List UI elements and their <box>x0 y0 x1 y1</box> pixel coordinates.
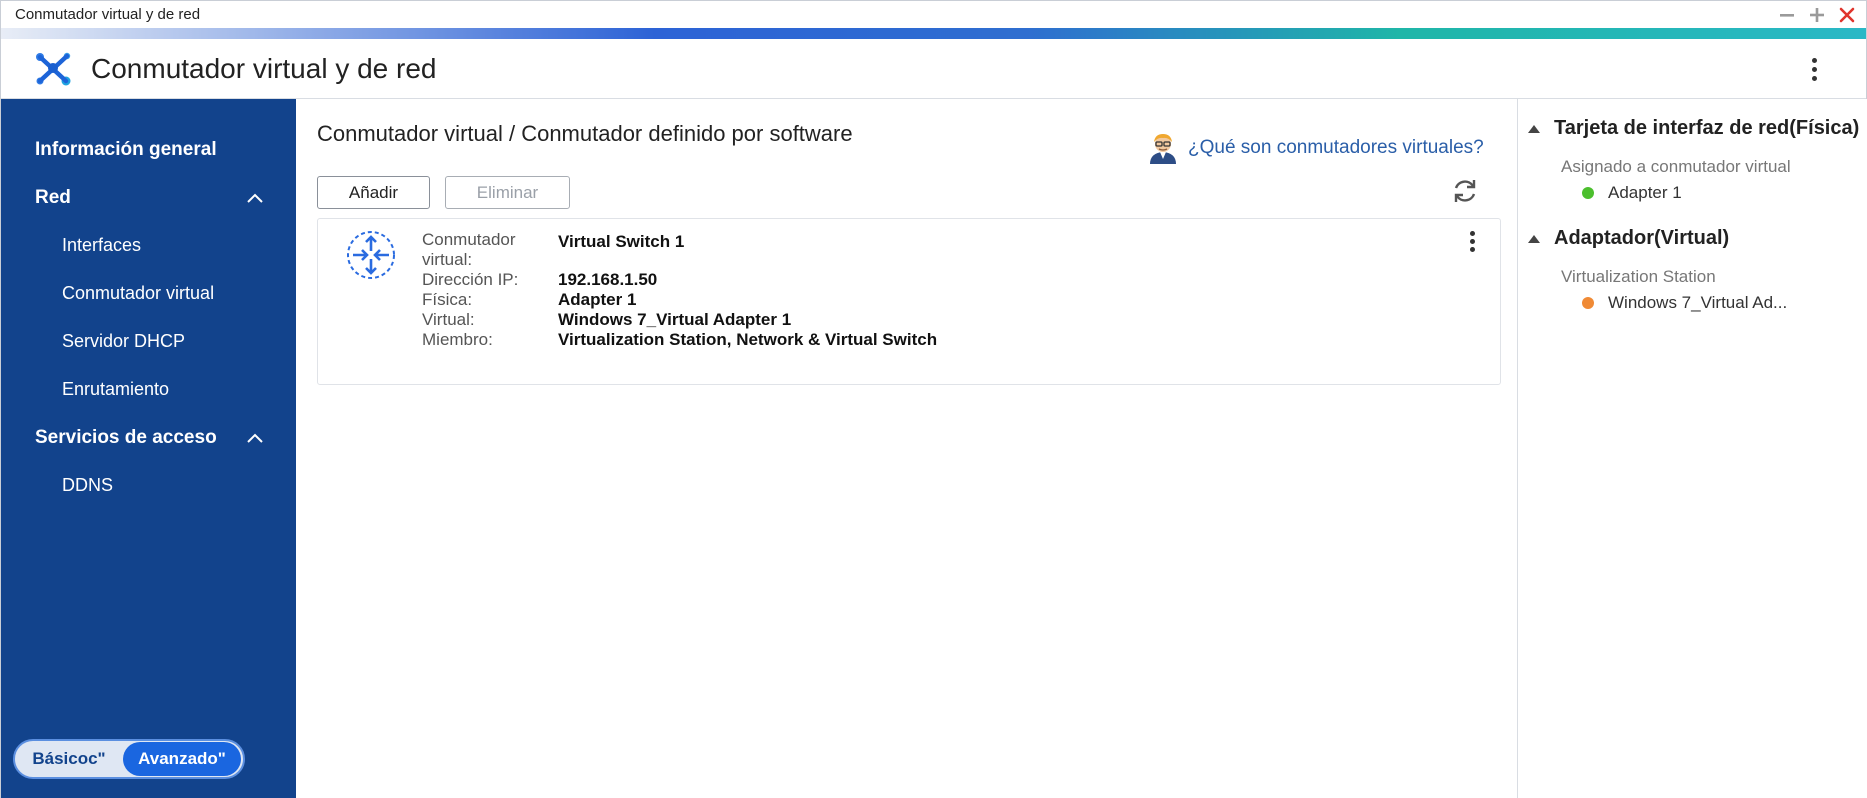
virtual-value: Windows 7_Virtual Adapter 1 <box>558 310 792 329</box>
adapter-name: Windows 7_Virtual Ad... <box>1608 293 1788 312</box>
brand-strip <box>1 28 1866 39</box>
adapter-item[interactable]: Windows 7_Virtual Ad... <box>1582 293 1787 313</box>
window-controls <box>1776 4 1858 26</box>
maximize-icon[interactable] <box>1806 4 1828 26</box>
delete-button[interactable]: Eliminar <box>445 176 570 209</box>
sidebar-item-ddns[interactable]: DDNS <box>62 475 113 496</box>
virtual-adapter-section-header[interactable]: Adaptador(Virtual) <box>1528 227 1729 250</box>
page-title: Conmutador virtual / Conmutador definido… <box>317 121 853 146</box>
mode-advanced-button[interactable]: Avanzado" <box>123 742 241 776</box>
more-vert-icon[interactable] <box>1802 53 1826 85</box>
window-titlebar: Conmutador virtual y de red <box>1 1 1866 28</box>
sidebar-item-overview[interactable]: Información general <box>35 139 217 161</box>
ip-value: 192.168.1.50 <box>558 270 658 289</box>
physical-label: Física: <box>422 290 473 309</box>
collapse-triangle-icon[interactable] <box>1528 124 1540 133</box>
help-avatar-icon <box>1150 134 1176 164</box>
sidebar-item-routing[interactable]: Enrutamiento <box>62 379 169 400</box>
right-panel: Tarjeta de interfaz de red(Física) Asign… <box>1517 99 1867 798</box>
physical-value: Adapter 1 <box>558 290 637 309</box>
section-subtitle: Asignado a conmutador virtual <box>1561 157 1791 176</box>
minimize-icon[interactable] <box>1776 4 1798 26</box>
section-subtitle: Virtualization Station <box>1561 267 1716 286</box>
mode-basic-button[interactable]: Básicoc" <box>15 749 123 769</box>
switch-label: Conmutador virtual: <box>422 230 516 269</box>
chevron-up-icon[interactable] <box>245 431 265 445</box>
virtual-label: Virtual: <box>422 310 475 329</box>
app-header: Conmutador virtual y de red <box>1 39 1866 99</box>
switch-icon <box>347 231 395 279</box>
app-title: Conmutador virtual y de red <box>91 52 437 84</box>
add-button[interactable]: Añadir <box>317 176 430 209</box>
chevron-up-icon[interactable] <box>245 191 265 205</box>
section-title: Tarjeta de interfaz de red(Física) <box>1554 117 1860 139</box>
help-link-text[interactable]: ¿Qué son conmutadores virtuales? <box>1188 137 1484 159</box>
help-link[interactable]: ¿Qué son conmutadores virtuales? <box>1146 131 1484 165</box>
card-more-icon[interactable] <box>1464 231 1480 253</box>
ip-label: Dirección IP: <box>422 270 519 289</box>
adapter-item[interactable]: Adapter 1 <box>1582 183 1682 203</box>
physical-nic-section-header[interactable]: Tarjeta de interfaz de red(Física) <box>1528 117 1859 140</box>
adapter-name: Adapter 1 <box>1608 183 1682 202</box>
app-logo-icon <box>36 52 71 85</box>
sidebar-item-interfaces[interactable]: Interfaces <box>62 235 141 256</box>
sidebar: Información general Red Interfaces Conmu… <box>1 99 296 798</box>
sidebar-item-network[interactable]: Red <box>35 187 71 209</box>
mode-toggle: Básicoc" Avanzado" <box>13 739 245 779</box>
sidebar-item-dhcp-server[interactable]: Servidor DHCP <box>62 331 185 352</box>
main-content: Conmutador virtual / Conmutador definido… <box>296 99 1517 798</box>
refresh-icon[interactable] <box>1451 177 1479 205</box>
switch-name-value: Virtual Switch 1 <box>558 232 685 251</box>
status-dot-orange <box>1582 297 1594 309</box>
status-dot-green <box>1582 187 1594 199</box>
window-title: Conmutador virtual y de red <box>15 6 201 23</box>
switch-card[interactable]: Conmutador virtual: Virtual Switch 1 Dir… <box>317 218 1501 385</box>
collapse-triangle-icon[interactable] <box>1528 234 1540 243</box>
sidebar-item-access-services[interactable]: Servicios de acceso <box>35 427 217 449</box>
section-title: Adaptador(Virtual) <box>1554 227 1730 249</box>
member-label: Miembro: <box>422 330 493 349</box>
close-icon[interactable] <box>1836 4 1858 26</box>
sidebar-item-virtual-switch[interactable]: Conmutador virtual <box>62 283 214 304</box>
member-value: Virtualization Station, Network & Virtua… <box>558 330 938 349</box>
app-window: Conmutador virtual y de red Conmutador v… <box>0 0 1867 798</box>
